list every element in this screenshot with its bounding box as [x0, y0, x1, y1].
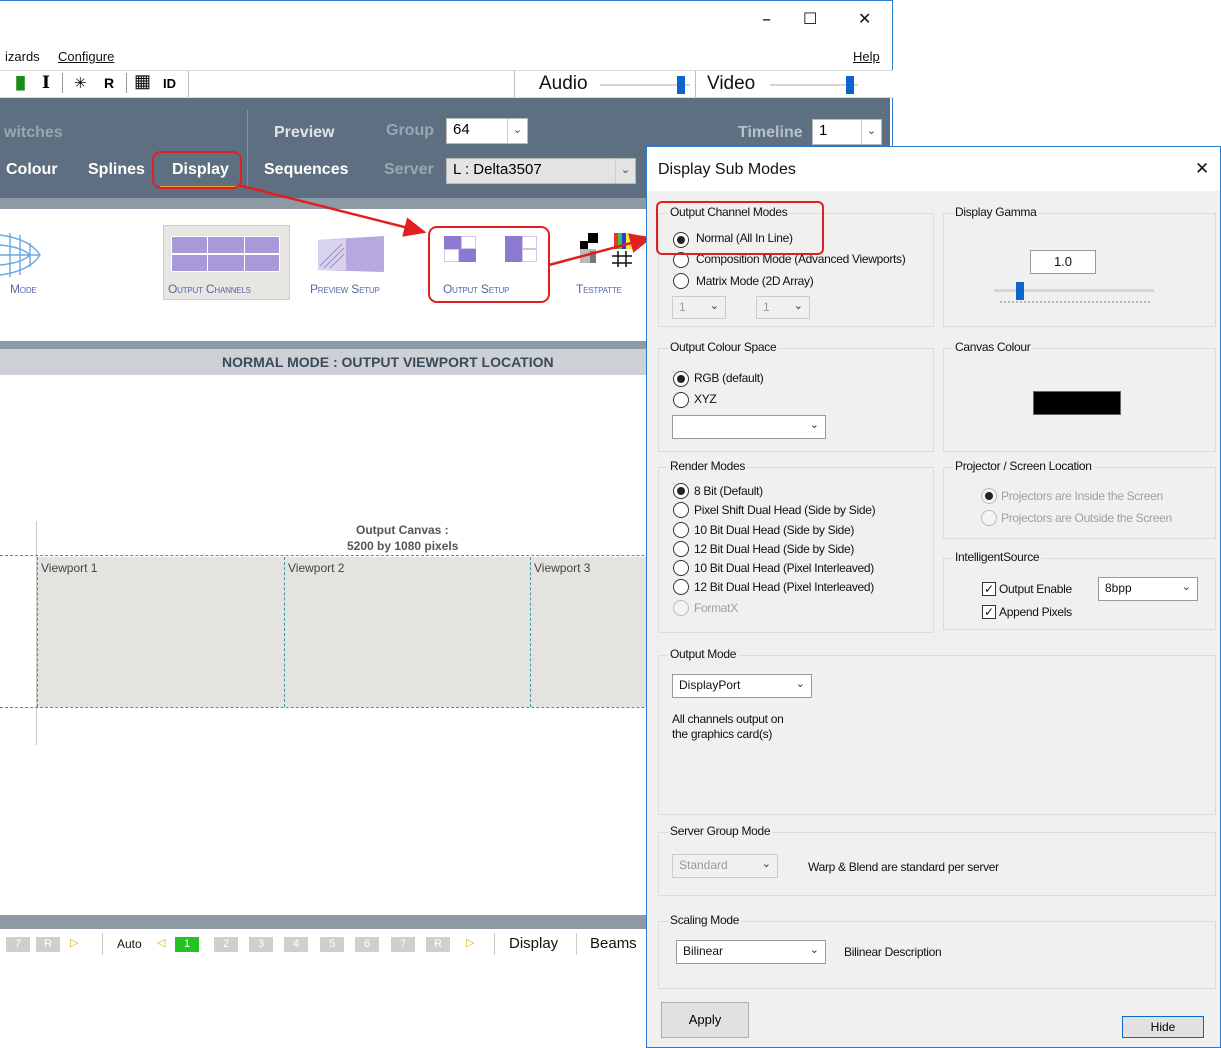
matrix-columns-select[interactable]: 1 ⌄ [672, 296, 726, 319]
radio-label: Pixel Shift Dual Head (Side by Side) [694, 503, 876, 517]
radio-render-10bit-pi[interactable] [673, 560, 689, 576]
radio-label: XYZ [694, 392, 717, 406]
radio-label: Matrix Mode (2D Array) [696, 274, 814, 288]
chevron-down-icon: ⌄ [795, 678, 805, 690]
select-value: Bilinear [683, 944, 724, 958]
bpp-select[interactable]: 8bpp ⌄ [1098, 577, 1198, 601]
chevron-down-icon: ⌄ [809, 419, 819, 431]
colour-space-group: Output Colour Space RGB (default) XYZ ⌄ [658, 340, 934, 452]
output-mode-description: All channels output on [672, 712, 784, 726]
append-pixels-checkbox[interactable]: ✓ [982, 605, 996, 619]
apply-button[interactable]: Apply [661, 1002, 749, 1038]
radio-label: 10 Bit Dual Head (Side by Side) [694, 523, 855, 537]
matrix-rows-select[interactable]: 1 ⌄ [756, 296, 810, 319]
group-label: Server Group Mode [668, 824, 773, 838]
radio-matrix[interactable] [673, 273, 689, 289]
server-group-description: Warp & Blend are standard per server [808, 860, 999, 874]
group-label: Output Colour Space [668, 340, 779, 354]
checkbox-label: Output Enable [999, 582, 1072, 596]
gamma-group: Display Gamma 1.0 [943, 205, 1216, 327]
output-mode-select[interactable]: DisplayPort ⌄ [672, 674, 812, 698]
dialog-title: Display Sub Modes [658, 161, 796, 178]
scaling-description: Bilinear Description [844, 945, 942, 959]
intelligent-source-group: IntelligentSource ✓ Output Enable 8bpp ⌄ … [943, 550, 1216, 630]
chevron-down-icon: ⌄ [709, 300, 719, 312]
scaling-mode-select[interactable]: Bilinear ⌄ [676, 940, 826, 964]
radio-label: 10 Bit Dual Head (Pixel Interleaved) [694, 561, 874, 575]
gamma-slider-ticks [1000, 301, 1150, 304]
radio-projectors-inside[interactable] [981, 488, 997, 504]
output-enable-checkbox[interactable]: ✓ [982, 582, 996, 596]
group-label: Projector / Screen Location [953, 459, 1094, 473]
radio-render-12bit-sbs[interactable] [673, 541, 689, 557]
gamma-slider-thumb[interactable] [1016, 282, 1024, 300]
chevron-down-icon: ⌄ [1181, 581, 1191, 593]
canvas-colour-group: Canvas Colour [943, 340, 1216, 452]
gamma-input[interactable]: 1.0 [1030, 250, 1096, 274]
arrow-to-output-setup [237, 183, 427, 237]
radio-projectors-outside[interactable] [981, 510, 997, 526]
select-value: Standard [679, 858, 728, 872]
group-label: IntelligentSource [953, 550, 1042, 564]
channel-modes-highlight-box [656, 201, 824, 255]
radio-label: Projectors are Outside the Screen [1001, 511, 1172, 525]
group-label: Canvas Colour [953, 340, 1033, 354]
radio-label: 8 Bit (Default) [694, 484, 763, 498]
select-value: DisplayPort [679, 678, 741, 692]
radio-render-12bit-pi[interactable] [673, 579, 689, 595]
chevron-down-icon: ⌄ [761, 858, 771, 870]
radio-render-pixel-shift[interactable] [673, 502, 689, 518]
hide-button[interactable]: Hide [1122, 1016, 1204, 1038]
radio-label: RGB (default) [694, 371, 764, 385]
display-sub-modes-dialog: Display Sub Modes ✕ Output Channel Modes… [646, 146, 1221, 1048]
colour-space-select[interactable]: ⌄ [672, 415, 826, 439]
radio-render-formatx[interactable] [673, 600, 689, 616]
radio-render-10bit-sbs[interactable] [673, 522, 689, 538]
server-group-mode-group: Server Group Mode Standard ⌄ Warp & Blend… [658, 824, 1216, 896]
chevron-down-icon: ⌄ [793, 300, 803, 312]
render-modes-group: Render Modes 8 Bit (Default) Pixel Shift… [658, 459, 934, 633]
group-label: Render Modes [668, 459, 748, 473]
checkbox-label: Append Pixels [999, 605, 1072, 619]
radio-label: Projectors are Inside the Screen [1001, 489, 1163, 503]
canvas-colour-swatch[interactable] [1033, 391, 1121, 415]
dialog-title-bar: Display Sub Modes ✕ [647, 147, 1220, 191]
select-value: 1 [679, 300, 686, 314]
radio-rgb[interactable] [673, 371, 689, 387]
radio-label: 12 Bit Dual Head (Side by Side) [694, 542, 855, 556]
select-value: 1 [763, 300, 770, 314]
radio-label: 12 Bit Dual Head (Pixel Interleaved) [694, 580, 874, 594]
output-mode-description: the graphics card(s) [672, 727, 773, 741]
gamma-value: 1.0 [1053, 254, 1073, 269]
group-label: Scaling Mode [668, 913, 742, 927]
server-group-select[interactable]: Standard ⌄ [672, 854, 778, 878]
radio-render-8bit[interactable] [673, 483, 689, 499]
dialog-close-icon[interactable]: ✕ [1195, 159, 1209, 179]
output-mode-group: Output Mode DisplayPort ⌄ All channels ou… [658, 647, 1216, 815]
chevron-down-icon: ⌄ [809, 944, 819, 956]
projector-location-group: Projector / Screen Location Projectors a… [943, 459, 1216, 539]
radio-label: FormatX [694, 601, 738, 615]
group-label: Output Mode [668, 647, 739, 661]
screen: { "window": {"minimize": "\u2013", "maxi… [0, 0, 1221, 1048]
radio-xyz[interactable] [673, 392, 689, 408]
scaling-mode-group: Scaling Mode Bilinear ⌄ Bilinear Descript… [658, 913, 1216, 989]
select-value: 8bpp [1105, 581, 1132, 595]
arrow-to-channel-modes [548, 233, 653, 267]
group-label: Display Gamma [953, 205, 1039, 219]
